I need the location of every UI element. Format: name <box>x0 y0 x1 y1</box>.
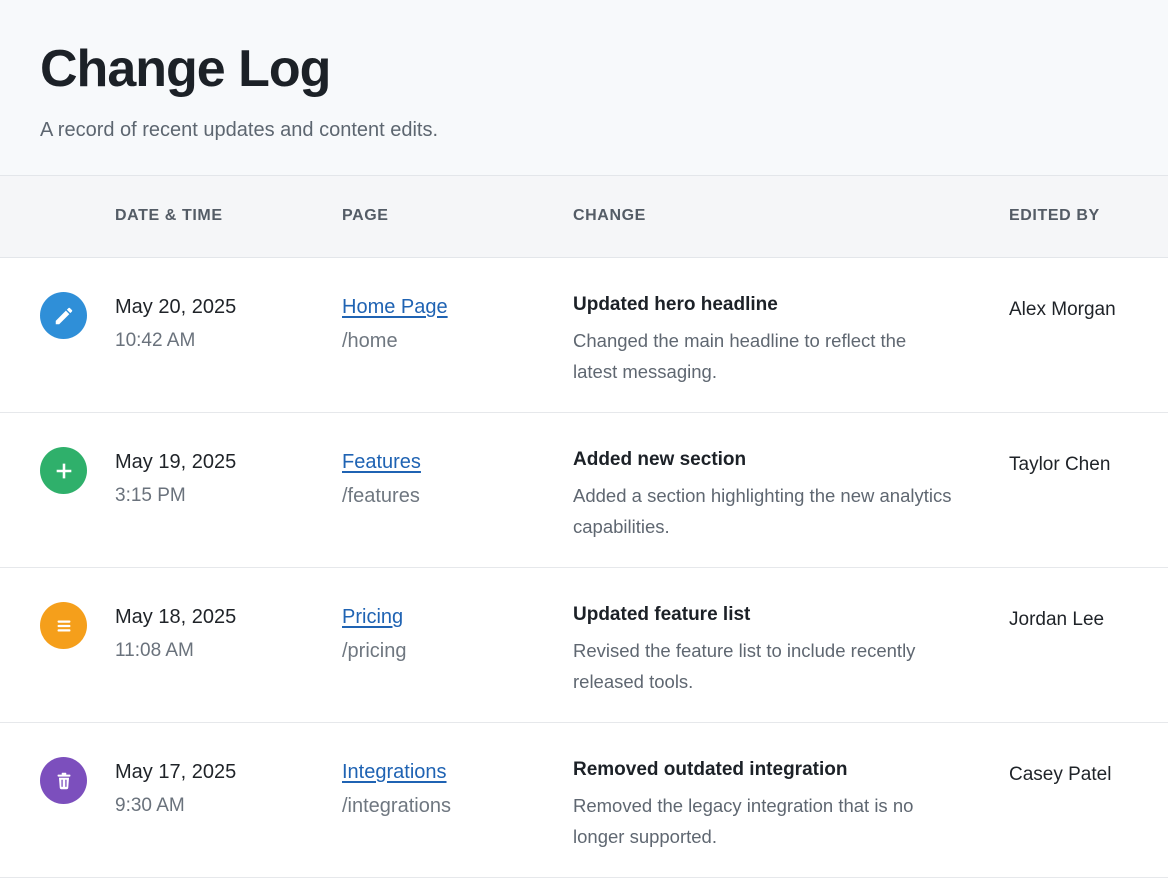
page-cell: Integrations /integrations <box>342 760 451 818</box>
date-text: May 17, 2025 <box>115 761 237 783</box>
date-text: May 19, 2025 <box>115 451 237 473</box>
page-path: /pricing <box>342 640 407 662</box>
date-cell: May 18, 2025 11:08 AM <box>115 605 236 663</box>
date-cell: May 19, 2025 3:15 PM <box>115 450 236 508</box>
table-header: DATE & TIME PAGE CHANGE EDITED BY <box>0 176 1168 258</box>
change-cell: Removed outdated integration Removed the… <box>573 758 953 852</box>
page-link-features[interactable]: Features <box>342 450 421 474</box>
column-header-date: DATE & TIME <box>115 207 223 224</box>
page-subtitle: A record of recent updates and content e… <box>40 119 439 141</box>
time-text: 9:30 AM <box>115 795 185 816</box>
change-log-page: Change Log A record of recent updates an… <box>0 0 1168 880</box>
plus-icon <box>40 447 87 494</box>
page-cell: Features /features <box>342 450 421 508</box>
page-path: /home <box>342 330 398 352</box>
page-header: Change Log A record of recent updates an… <box>0 0 1168 176</box>
table-row: May 20, 2025 10:42 AM Home Page /home Up… <box>0 258 1168 413</box>
change-description: Removed the legacy integration that is n… <box>573 795 914 847</box>
time-text: 10:42 AM <box>115 330 196 351</box>
change-cell: Added new section Added a section highli… <box>573 448 953 542</box>
table-row: May 17, 2025 9:30 AM Integrations /integ… <box>0 723 1168 878</box>
table-row: May 19, 2025 3:15 PM Features /features … <box>0 413 1168 568</box>
change-description: Added a section highlighting the new ana… <box>573 485 952 537</box>
page-link-home[interactable]: Home Page <box>342 295 448 319</box>
list-icon <box>40 602 87 649</box>
page-path: /integrations <box>342 795 451 817</box>
change-title: Added new section <box>573 449 747 470</box>
trash-icon <box>40 757 87 804</box>
change-description: Changed the main headline to reflect the… <box>573 330 907 382</box>
page-link-integrations[interactable]: Integrations <box>342 760 447 784</box>
change-title: Updated hero headline <box>573 294 778 315</box>
date-text: May 18, 2025 <box>115 606 237 628</box>
editor-name: Casey Patel <box>1009 764 1112 785</box>
change-title: Removed outdated integration <box>573 759 848 780</box>
page-path: /features <box>342 485 420 507</box>
change-cell: Updated feature list Revised the feature… <box>573 603 953 697</box>
page-cell: Pricing /pricing <box>342 605 406 663</box>
date-cell: May 17, 2025 9:30 AM <box>115 760 236 818</box>
editor-name: Jordan Lee <box>1009 609 1105 630</box>
page-cell: Home Page /home <box>342 295 448 353</box>
change-title: Updated feature list <box>573 604 751 625</box>
pencil-icon <box>40 292 87 339</box>
column-header-change: CHANGE <box>573 207 646 224</box>
date-text: May 20, 2025 <box>115 296 237 318</box>
table-row: May 18, 2025 11:08 AM Pricing /pricing U… <box>0 568 1168 723</box>
editor-name: Taylor Chen <box>1009 454 1111 475</box>
page-title: Change Log <box>40 40 331 98</box>
column-header-page: PAGE <box>342 207 389 224</box>
date-cell: May 20, 2025 10:42 AM <box>115 295 236 353</box>
page-link-pricing[interactable]: Pricing <box>342 605 403 629</box>
column-header-editor: EDITED BY <box>1009 207 1100 224</box>
change-description: Revised the feature list to include rece… <box>573 640 916 692</box>
change-cell: Updated hero headline Changed the main h… <box>573 293 953 387</box>
editor-name: Alex Morgan <box>1009 299 1116 320</box>
time-text: 11:08 AM <box>115 640 194 661</box>
time-text: 3:15 PM <box>115 485 186 506</box>
